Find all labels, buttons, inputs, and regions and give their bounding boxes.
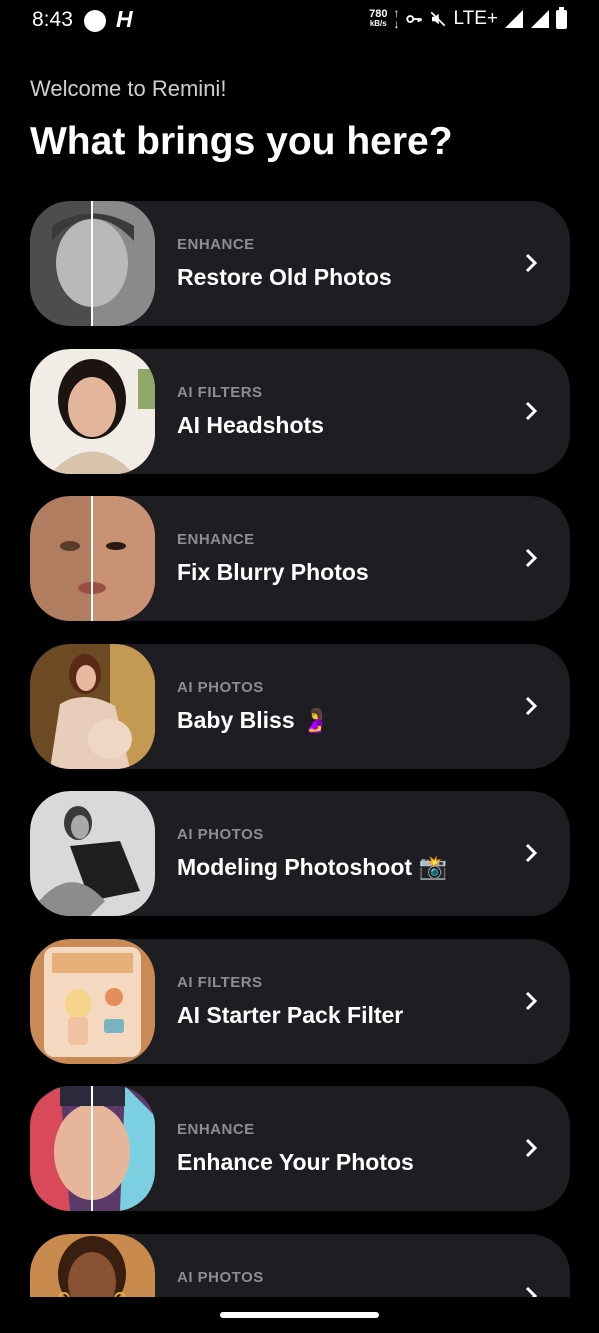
page-title: What brings you here? (30, 120, 453, 163)
chevron-right-icon (525, 1138, 538, 1158)
card-category: AI FILTERS (177, 383, 263, 401)
mute-icon (431, 11, 446, 27)
bw-model-thumbnail (30, 791, 155, 916)
chevron-right-icon (525, 843, 538, 863)
card-title: Fix Blurry Photos (177, 559, 369, 585)
card-modeling-photoshoot[interactable]: AI PHOTOS Modeling Photoshoot 📸 (30, 791, 570, 916)
chevron-right-icon (525, 696, 538, 715)
welcome-text: Welcome to Remini! (30, 76, 227, 101)
card-fix-blurry-photos[interactable]: ENHANCE Fix Blurry Photos (30, 496, 570, 621)
card-category: AI PHOTOS (177, 1268, 264, 1286)
card-category: ENHANCE (177, 1121, 255, 1138)
net-speed: 780 kB/s (369, 8, 388, 29)
card-ai-photos-portrait[interactable]: AI PHOTOS (30, 1233, 570, 1297)
feature-list[interactable]: ENHANCE Restore Old Photos AI FILTERS AI… (30, 201, 570, 1297)
signal-icon-2 (531, 10, 549, 28)
card-title: Enhance Your Photos (177, 1149, 414, 1175)
chevron-right-icon (525, 1286, 538, 1297)
card-title: AI Headshots (177, 411, 324, 438)
card-category: AI PHOTOS (177, 826, 264, 843)
card-title: Modeling Photoshoot 📸 (177, 854, 448, 880)
card-ai-headshots[interactable]: AI FILTERS AI Headshots (30, 348, 570, 474)
card-restore-old-photos[interactable]: ENHANCE Restore Old Photos (30, 201, 570, 326)
network-type: LTE+ (453, 8, 498, 29)
maternity-thumbnail (30, 643, 155, 769)
status-time: 8:43 (32, 8, 73, 31)
card-title: AI Starter Pack Filter (177, 1001, 404, 1028)
chevron-right-icon (525, 991, 538, 1010)
blurry-face-thumbnail (30, 496, 155, 621)
status-icons: 780 kB/s ↑ ↓ LTE+ (369, 6, 567, 31)
status-bar: 8:43 H 780 kB/s ↑ ↓ LTE+ (0, 0, 599, 44)
data-activity-icon: ↑ ↓ (393, 6, 400, 31)
signal-icon (505, 10, 523, 28)
card-title: Restore Old Photos (177, 264, 392, 290)
notification-dot-icon (84, 10, 106, 32)
starter-pack-thumbnail (30, 938, 155, 1064)
old-portrait-thumbnail (30, 201, 155, 326)
card-enhance-your-photos[interactable]: ENHANCE Enhance Your Photos (30, 1086, 570, 1211)
card-title: Baby Bliss 🤰 (177, 706, 330, 733)
card-category: AI FILTERS (177, 973, 263, 991)
enhance-face-thumbnail (30, 1086, 155, 1211)
card-baby-bliss[interactable]: AI PHOTOS Baby Bliss 🤰 (30, 643, 570, 769)
card-category: ENHANCE (177, 236, 255, 253)
card-category: ENHANCE (177, 531, 255, 548)
portrait-thumbnail (30, 1233, 155, 1297)
headshot-thumbnail (30, 348, 155, 474)
app-notification-icon: H (116, 6, 133, 32)
card-category: AI PHOTOS (177, 678, 264, 696)
chevron-right-icon (525, 548, 538, 568)
gesture-nav-handle[interactable] (220, 1312, 379, 1318)
chevron-right-icon (525, 401, 538, 420)
card-ai-starter-pack-filter[interactable]: AI FILTERS AI Starter Pack Filter (30, 938, 570, 1064)
battery-icon (556, 6, 567, 29)
chevron-right-icon (525, 253, 538, 273)
vpn-key-icon (406, 15, 423, 23)
